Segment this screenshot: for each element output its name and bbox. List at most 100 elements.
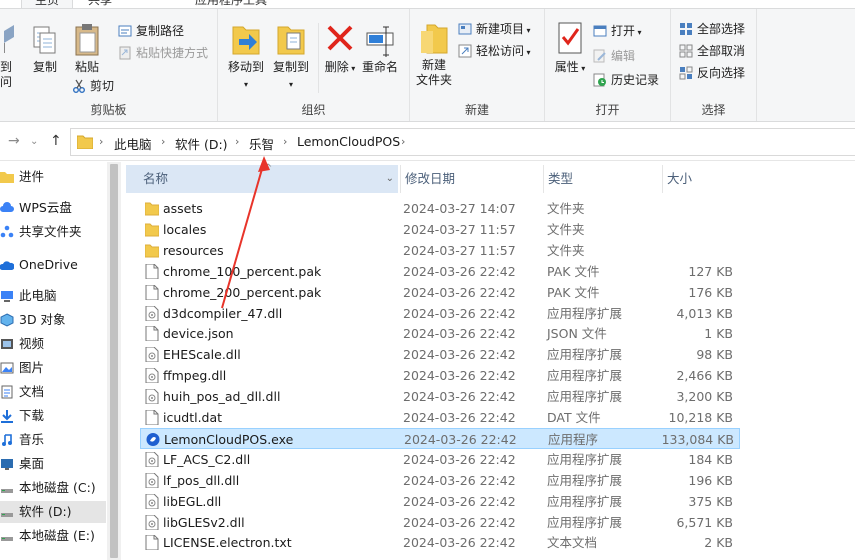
nav-item-label: 下载: [19, 408, 45, 423]
history-button[interactable]: 历史记录: [593, 71, 659, 89]
recent-dropdown-icon[interactable]: ⌄: [30, 136, 38, 147]
dll-icon: [145, 347, 159, 362]
file-row[interactable]: libEGL.dll 2024-03-26 22:42 应用程序扩展 375 KB: [140, 491, 740, 512]
navigation-pane-scrollbar[interactable]: [107, 162, 121, 560]
nav-item[interactable]: 软件 (D:): [0, 501, 106, 523]
new-item-button[interactable]: 新建项目 ▾: [458, 20, 531, 38]
paste-shortcut-button[interactable]: 粘贴快捷方式: [118, 44, 208, 62]
invert-selection-label: 反向选择: [697, 66, 746, 80]
nav-item[interactable]: 3D 对象: [0, 309, 106, 331]
nav-item[interactable]: 桌面: [0, 453, 106, 475]
nav-item-label: 本地磁盘 (C:): [19, 480, 96, 495]
file-row[interactable]: libGLESv2.dll 2024-03-26 22:42 应用程序扩展 6,571…: [140, 512, 740, 533]
properties-button[interactable]: 属性 ▾: [551, 21, 589, 76]
onedrive-icon: [0, 261, 14, 270]
properties-label: 属性: [554, 60, 579, 74]
easy-access-button[interactable]: 轻松访问 ▾: [458, 42, 531, 60]
dropdown-arrow-icon: ▾: [635, 28, 642, 37]
copy-button[interactable]: 复制: [28, 23, 62, 75]
nav-item-label: 桌面: [19, 456, 45, 471]
up-arrow-icon[interactable]: ↑: [50, 133, 62, 149]
file-row[interactable]: chrome_100_percent.pak 2024-03-26 22:42 PA…: [140, 261, 740, 282]
nav-item[interactable]: 进件: [0, 166, 106, 188]
breadcrumb-lemoncloudpos[interactable]: LemonCloudPOS: [297, 134, 400, 149]
copy-path-label: 复制路径: [136, 24, 185, 38]
file-row[interactable]: huih_pos_ad_dll.dll 2024-03-26 22:42 应用程序扩…: [140, 386, 740, 407]
back-arrow-icon[interactable]: →: [8, 133, 20, 149]
file-date: 2024-03-26 22:42: [403, 473, 516, 488]
move-to-button[interactable]: 移动到 ▾: [226, 21, 266, 92]
address-bar[interactable]: › 此电脑 › 软件 (D:) › 乐智 › LemonCloudPOS ›: [70, 128, 855, 156]
tab-home[interactable]: 主页: [21, 0, 73, 8]
nav-item-label: 3D 对象: [19, 312, 66, 327]
rename-button[interactable]: 重命名: [358, 21, 402, 75]
chevron-down-icon[interactable]: ⌄: [386, 165, 394, 193]
breadcrumb-separator[interactable]: ›: [401, 135, 405, 148]
breadcrumb-separator[interactable]: ›: [99, 135, 103, 148]
cut-button[interactable]: 剪切: [72, 77, 114, 95]
breadcrumb-separator[interactable]: ›: [235, 135, 239, 148]
pin-to-quick-access-button[interactable]: 到 问: [0, 23, 22, 90]
document-icon: [1, 385, 13, 399]
new-group-label: 新建: [464, 103, 489, 117]
edit-button[interactable]: 编辑: [593, 47, 635, 65]
file-row[interactable]: chrome_200_percent.pak 2024-03-26 22:42 PA…: [140, 282, 740, 303]
column-header-type[interactable]: 类型: [543, 165, 661, 193]
file-type: 应用程序扩展: [547, 452, 623, 467]
move-to-icon: [232, 26, 260, 55]
file-row[interactable]: icudtl.dat 2024-03-26 22:42 DAT 文件 10,218 K…: [140, 407, 740, 428]
copy-path-icon: [118, 25, 132, 36]
new-folder-icon: [421, 24, 448, 54]
file-row[interactable]: device.json 2024-03-26 22:42 JSON 文件 1 KB: [140, 323, 740, 344]
tab-share[interactable]: 共享: [88, 0, 128, 8]
open-button[interactable]: 打开 ▾: [593, 22, 642, 40]
file-row[interactable]: LICENSE.electron.txt 2024-03-26 22:42 文本文档…: [140, 532, 740, 553]
select-all-button[interactable]: 全部选择: [679, 20, 745, 38]
breadcrumb-separator[interactable]: ›: [161, 135, 165, 148]
nav-item[interactable]: 此电脑: [0, 285, 106, 307]
file-row[interactable]: LemonCloudPOS.exe 2024-03-26 22:42 应用程序 133…: [140, 428, 740, 449]
select-none-button[interactable]: 全部取消: [679, 42, 745, 60]
nav-item[interactable]: 文档: [0, 381, 106, 403]
navigation-pane: 进件 WPS云盘 共享文件夹 OneDrive 此电脑 3D 对象视频 图片 文档下载音乐桌面…: [0, 162, 106, 560]
dll-icon: [145, 306, 159, 321]
invert-selection-button[interactable]: 反向选择: [679, 64, 745, 82]
breadcrumb-this-pc[interactable]: 此电脑: [114, 134, 152, 153]
file-row[interactable]: locales 2024-03-27 11:57 文件夹: [140, 219, 740, 240]
nav-item[interactable]: 视频: [0, 333, 106, 355]
copy-path-button[interactable]: 复制路径: [118, 22, 184, 40]
nav-item[interactable]: OneDrive: [0, 254, 106, 276]
file-row[interactable]: lf_pos_dll.dll 2024-03-26 22:42 应用程序扩展 196 …: [140, 470, 740, 491]
file-row[interactable]: assets 2024-03-27 14:07 文件夹: [140, 198, 740, 219]
nav-item[interactable]: 共享文件夹: [0, 221, 106, 243]
file-row[interactable]: d3dcompiler_47.dll 2024-03-26 22:42 应用程序扩展…: [140, 303, 740, 324]
file-row[interactable]: LF_ACS_C2.dll 2024-03-26 22:42 应用程序扩展 184 K…: [140, 449, 740, 470]
nav-item[interactable]: WPS云盘: [0, 197, 106, 219]
file-size: 2 KB: [704, 535, 733, 550]
breadcrumb-lezhi[interactable]: 乐智: [249, 134, 274, 153]
breadcrumb-drive-d[interactable]: 软件 (D:): [175, 134, 228, 153]
file-row[interactable]: ffmpeg.dll 2024-03-26 22:42 应用程序扩展 2,466 KB: [140, 365, 740, 386]
nav-item[interactable]: 本地磁盘 (E:): [0, 525, 106, 547]
drive-icon: [1, 537, 13, 541]
new-folder-button[interactable]: 新建 文件夹: [412, 21, 456, 88]
open-group: 属性 ▾ 打开 ▾ 编辑 历史记录 打开: [545, 9, 671, 121]
dropdown-arrow-icon: ▾: [578, 64, 586, 73]
column-header-size[interactable]: 大小: [662, 165, 740, 193]
file-row[interactable]: resources 2024-03-27 11:57 文件夹: [140, 240, 740, 261]
column-size-label: 大小: [667, 171, 693, 186]
delete-button[interactable]: 删除 ▾: [322, 21, 358, 76]
file-row[interactable]: EHEScale.dll 2024-03-26 22:42 应用程序扩展 98 KB: [140, 344, 740, 365]
nav-item[interactable]: 图片: [0, 357, 106, 379]
column-header-name[interactable]: 名称 ^ ⌄: [126, 163, 398, 193]
scrollbar-thumb[interactable]: [110, 164, 118, 558]
nav-item[interactable]: 音乐: [0, 429, 106, 451]
breadcrumb-separator[interactable]: ›: [283, 135, 287, 148]
nav-item[interactable]: 本地磁盘 (C:): [0, 477, 106, 499]
copy-to-button[interactable]: 复制到 ▾: [270, 21, 312, 92]
paste-button[interactable]: 粘贴: [70, 23, 104, 75]
tab-app-tools[interactable]: 应用程序工具: [195, 0, 285, 8]
nav-item-label: 进件: [19, 169, 45, 184]
column-header-date[interactable]: 修改日期: [400, 165, 542, 193]
nav-item[interactable]: 下载: [0, 405, 106, 427]
